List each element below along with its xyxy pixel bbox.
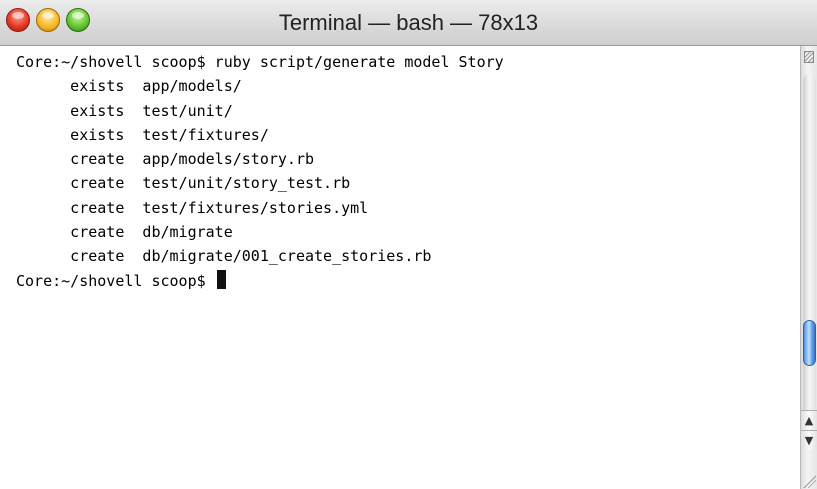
window-title: Terminal — bash — 78x13 <box>278 10 539 35</box>
terminal-line: create test/unit/story_test.rb <box>16 174 351 193</box>
terminal-line: create db/migrate <box>16 223 233 242</box>
prompt-line[interactable]: Core:~/shovell scoop$ <box>16 269 504 293</box>
title-bar[interactable]: Terminal — bash — 78x13 <box>0 0 817 46</box>
terminal-window: Terminal — bash — 78x13 Core:~/shovell s… <box>0 0 817 489</box>
terminal-line: exists test/fixtures/ <box>16 125 269 144</box>
shell-prompt: Core:~/shovell scoop$ <box>16 271 215 290</box>
resize-grip-icon[interactable] <box>802 474 816 488</box>
vertical-scrollbar[interactable]: ▲ ▼ <box>800 46 817 489</box>
split-pane-icon[interactable] <box>804 51 814 63</box>
terminal-line: Core:~/shovell scoop$ ruby script/genera… <box>16 53 504 71</box>
terminal-line: create db/migrate/001_create_stories.rb <box>16 247 432 266</box>
scroll-track[interactable] <box>803 74 816 420</box>
scroll-down-button[interactable]: ▼ <box>801 430 817 450</box>
terminal-output: Core:~/shovell scoop$ ruby script/genera… <box>16 50 504 293</box>
text-cursor <box>216 269 226 289</box>
scroll-thumb[interactable] <box>803 320 816 366</box>
terminal-line: exists app/models/ <box>16 77 242 96</box>
terminal-line: exists test/unit/ <box>16 101 233 120</box>
terminal-line: create test/fixtures/stories.yml <box>16 198 369 217</box>
scroll-up-button[interactable]: ▲ <box>801 410 817 430</box>
terminal-content[interactable]: Core:~/shovell scoop$ ruby script/genera… <box>0 46 800 489</box>
terminal-line: create app/models/story.rb <box>16 150 315 169</box>
